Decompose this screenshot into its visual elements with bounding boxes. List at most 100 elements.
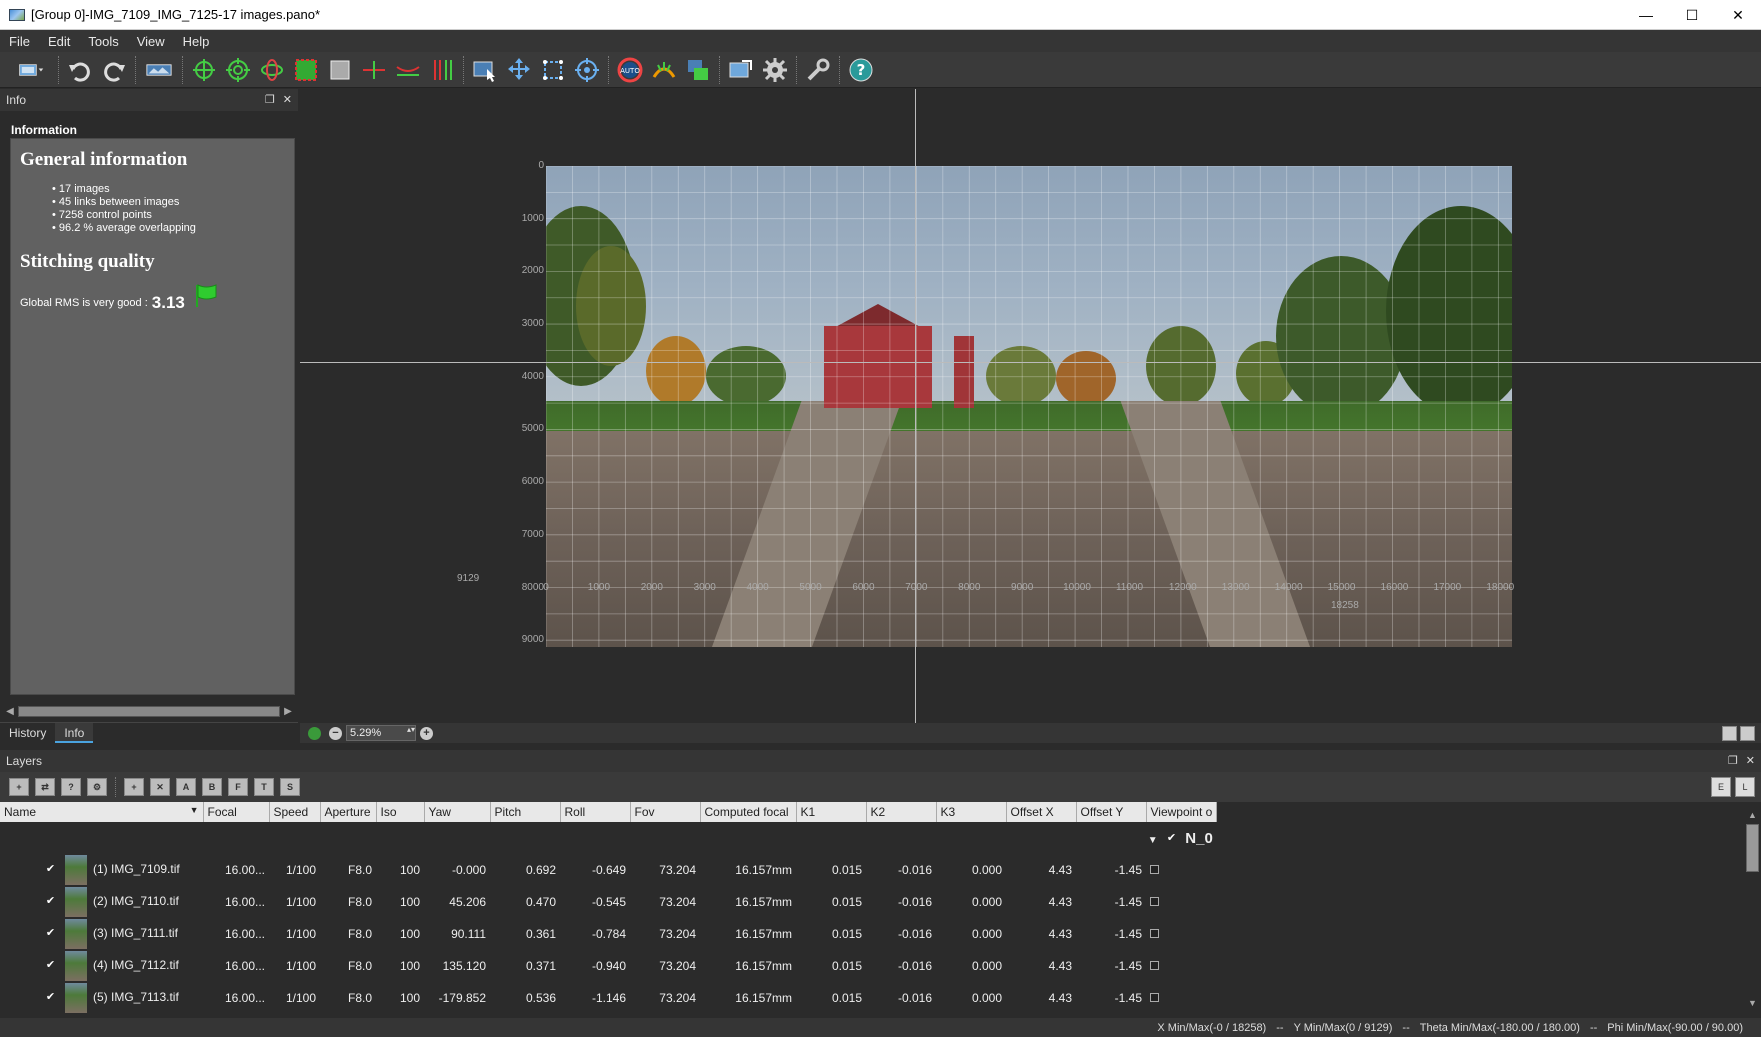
float-icon[interactable]: ❐ [1728, 754, 1738, 767]
info-horizontal-scrollbar[interactable]: ◀ ▶ [4, 704, 294, 719]
col-fov[interactable]: Fov [630, 802, 701, 822]
group-t-icon[interactable]: T [254, 778, 274, 796]
zoom-in-button[interactable]: + [420, 726, 433, 740]
scroll-left-icon[interactable]: ◀ [4, 706, 16, 717]
col-name[interactable]: Name ▼ [0, 802, 204, 822]
new-group-icon[interactable]: + [124, 778, 144, 796]
table-row[interactable]: ✔ (2) IMG_7110.tif 16.00... 1/100 F8.0 100 45.… [0, 886, 1217, 918]
group-f-icon[interactable]: F [228, 778, 248, 796]
target-icon[interactable] [572, 55, 602, 85]
viewpoint-checkbox[interactable] [1150, 929, 1159, 938]
tab-info[interactable]: Info [55, 723, 94, 743]
settings-icon[interactable] [760, 55, 790, 85]
layers-vertical-scrollbar[interactable]: ▲ ▼ [1744, 808, 1761, 1012]
replace-image-icon[interactable]: ⇄ [35, 778, 55, 796]
float-icon[interactable]: ❐ [265, 93, 275, 106]
table-row[interactable]: ✔ (3) IMG_7111.tif 16.00... 1/100 F8.0 100 90.… [0, 918, 1217, 950]
group-a-icon[interactable]: A [176, 778, 196, 796]
view-mode-icon[interactable] [1722, 725, 1737, 741]
grid-toggle-icon[interactable] [1740, 725, 1755, 741]
col-computed-focal[interactable]: Computed focal [700, 802, 797, 822]
table-row[interactable]: ✔ (4) IMG_7112.tif 16.00... 1/100 F8.0 100 135… [0, 950, 1217, 982]
layer-checkbox[interactable]: ✔ [44, 991, 57, 1005]
menu-help[interactable]: Help [174, 34, 219, 49]
group-b-icon[interactable]: B [202, 778, 222, 796]
zoom-out-button[interactable]: − [329, 726, 342, 740]
redo-icon[interactable] [99, 55, 129, 85]
viewpoint-checkbox[interactable] [1150, 993, 1159, 1002]
image-properties-icon[interactable]: ? [61, 778, 81, 796]
cp-orbit-icon[interactable] [257, 55, 287, 85]
mask-icon[interactable] [325, 55, 355, 85]
layout-l-icon[interactable]: L [1735, 777, 1755, 797]
close-icon[interactable]: ✕ [1746, 754, 1755, 767]
tools-icon[interactable] [803, 55, 833, 85]
viewpoint-checkbox[interactable] [1150, 865, 1159, 874]
layer-checkbox[interactable]: ✔ [44, 927, 57, 941]
col-aperture[interactable]: Aperture [320, 802, 377, 822]
close-icon[interactable]: ✕ [283, 93, 292, 106]
scroll-down-icon[interactable]: ▼ [1748, 998, 1757, 1008]
undo-icon[interactable] [65, 55, 95, 85]
cp-ring-icon[interactable] [223, 55, 253, 85]
transform-icon[interactable] [538, 55, 568, 85]
levels-icon[interactable] [649, 55, 679, 85]
layers-icon[interactable] [683, 55, 713, 85]
image-settings-icon[interactable]: ⚙ [87, 778, 107, 796]
viewpoint-checkbox[interactable] [1150, 897, 1159, 906]
help-icon[interactable]: ? [846, 55, 876, 85]
col-offset-x[interactable]: Offset X [1006, 802, 1077, 822]
col-k3[interactable]: K3 [936, 802, 1007, 822]
select-icon[interactable] [470, 55, 500, 85]
horizon-icon[interactable] [393, 55, 423, 85]
menu-edit[interactable]: Edit [39, 34, 79, 49]
col-offset-y[interactable]: Offset Y [1076, 802, 1147, 822]
add-image-icon[interactable]: + [9, 778, 29, 796]
auto-color-icon[interactable]: AUTO [615, 55, 645, 85]
col-pitch[interactable]: Pitch [490, 802, 561, 822]
scrollbar-thumb[interactable] [1746, 824, 1759, 872]
scroll-up-icon[interactable]: ▲ [1748, 810, 1757, 820]
zoom-fit-icon[interactable] [308, 726, 321, 740]
table-row[interactable]: ✔ (5) IMG_7113.tif 16.00... 1/100 F8.0 100 -17… [0, 982, 1217, 1014]
col-speed[interactable]: Speed [269, 802, 321, 822]
group-s-icon[interactable]: S [280, 778, 300, 796]
group-checkbox[interactable]: ✔ [1164, 832, 1178, 846]
viewpoint-checkbox[interactable] [1150, 961, 1159, 970]
layout-e-icon[interactable]: E [1711, 777, 1731, 797]
expand-arrow-icon[interactable]: ▼ [1148, 835, 1158, 846]
col-viewpoint[interactable]: Viewpoint o [1146, 802, 1218, 822]
col-roll[interactable]: Roll [560, 802, 631, 822]
move-icon[interactable] [504, 55, 534, 85]
project-icon[interactable] [10, 55, 52, 85]
line-icon[interactable] [359, 55, 389, 85]
zoom-field[interactable]: 5.29% [346, 725, 416, 741]
layer-name: (2) IMG_7110.tif [93, 894, 179, 909]
layer-checkbox[interactable]: ✔ [44, 895, 57, 909]
scroll-right-icon[interactable]: ▶ [282, 706, 294, 717]
maximize-button[interactable]: ☐ [1669, 0, 1715, 30]
tab-history[interactable]: History [0, 723, 55, 743]
delete-group-icon[interactable]: ✕ [150, 778, 170, 796]
group-row[interactable]: ▼ ✔ N_0 [0, 822, 1217, 854]
layer-checkbox[interactable]: ✔ [44, 863, 57, 877]
col-k1[interactable]: K1 [796, 802, 867, 822]
layer-checkbox[interactable]: ✔ [44, 959, 57, 973]
menu-tools[interactable]: Tools [79, 34, 127, 49]
crop-icon[interactable] [291, 55, 321, 85]
table-row[interactable]: ✔ (1) IMG_7109.tif 16.00... 1/100 F8.0 100 -0.… [0, 854, 1217, 886]
panorama-canvas[interactable]: 0 1000 2000 3000 4000 5000 6000 7000 8000 9000 100… [300, 89, 1761, 723]
vertical-lines-icon[interactable] [427, 55, 457, 85]
col-iso[interactable]: Iso [376, 802, 425, 822]
close-button[interactable]: ✕ [1715, 0, 1761, 30]
cp-add-icon[interactable] [189, 55, 219, 85]
scrollbar-thumb[interactable] [18, 706, 280, 717]
col-yaw[interactable]: Yaw [424, 802, 491, 822]
col-focal[interactable]: Focal [203, 802, 270, 822]
col-k2[interactable]: K2 [866, 802, 937, 822]
panorama-icon[interactable] [142, 55, 176, 85]
minimize-button[interactable]: — [1623, 0, 1669, 30]
export-icon[interactable] [726, 55, 756, 85]
menu-file[interactable]: File [0, 34, 39, 49]
menu-view[interactable]: View [128, 34, 174, 49]
